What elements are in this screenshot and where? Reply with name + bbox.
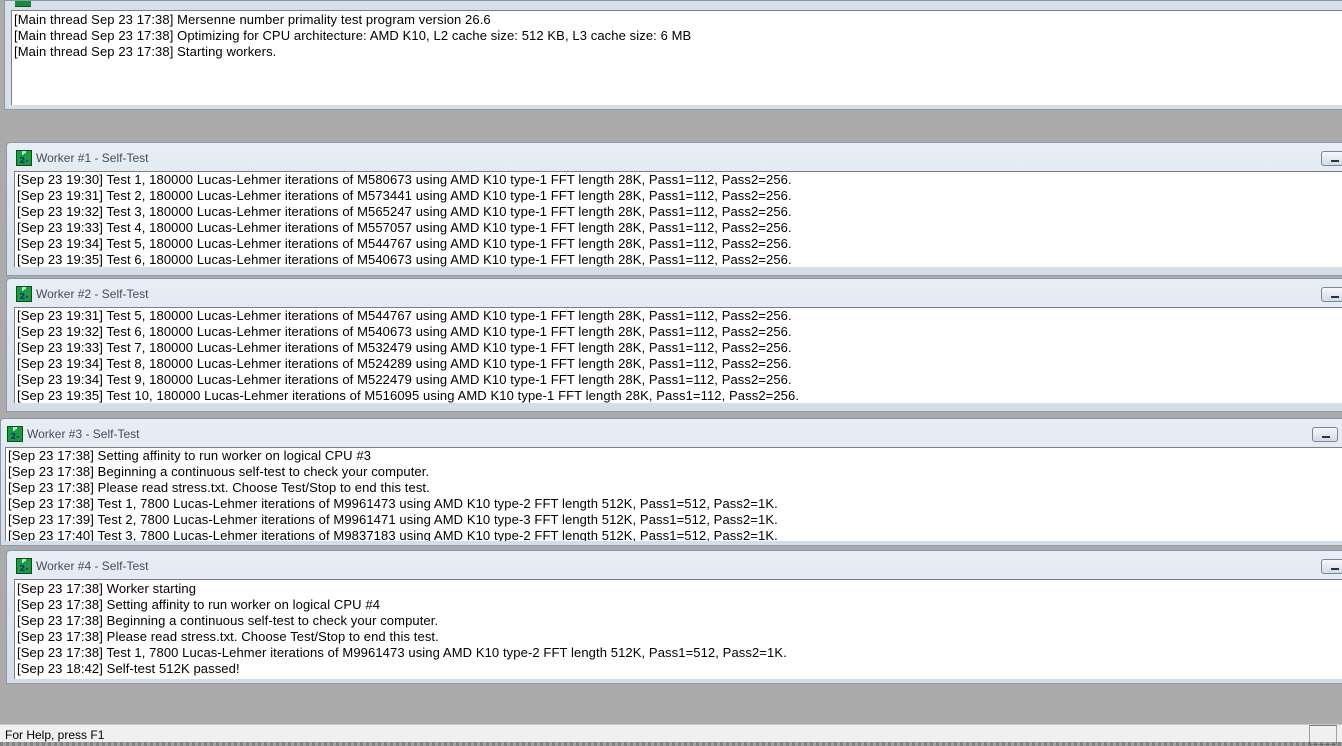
log-line: [Sep 23 17:38] Beginning a continuous se… xyxy=(17,613,439,628)
main-thread-log-pane[interactable]: [Main thread Sep 23 17:38] Mersenne numb… xyxy=(11,10,1342,105)
minimize-button[interactable] xyxy=(1321,151,1342,166)
log-line: [Sep 23 19:34] Test 9, 180000 Lucas-Lehm… xyxy=(17,372,792,387)
log-line: [Sep 23 19:31] Test 2, 180000 Lucas-Lehm… xyxy=(17,188,792,203)
worker-4-log-pane[interactable]: [Sep 23 17:38] Worker starting [Sep 23 1… xyxy=(14,579,1342,679)
log-line: [Sep 23 19:35] Test 6, 180000 Lucas-Lehm… xyxy=(17,252,792,267)
log-line: [Sep 23 19:33] Test 7, 180000 Lucas-Lehm… xyxy=(17,340,792,355)
log-line: [Sep 23 19:32] Test 3, 180000 Lucas-Lehm… xyxy=(17,204,792,219)
window-title: Worker #2 - Self-Test xyxy=(36,287,149,301)
log-line: [Sep 23 17:38] Setting affinity to run w… xyxy=(17,597,381,612)
log-line: [Main thread Sep 23 17:38] Starting work… xyxy=(14,44,277,59)
minimize-button[interactable] xyxy=(1321,559,1342,574)
worker-3-log-pane[interactable]: [Sep 23 17:38] Setting affinity to run w… xyxy=(5,447,1342,541)
log-line: [Sep 23 19:30] Test 1, 180000 Lucas-Lehm… xyxy=(17,172,792,187)
log-line: [Main thread Sep 23 17:38] Optimizing fo… xyxy=(14,28,692,43)
log-line: [Sep 23 17:38] Setting affinity to run w… xyxy=(8,448,372,463)
prime95-icon: P2-1 xyxy=(7,426,23,442)
log-line: [Sep 23 19:31] Test 5, 180000 Lucas-Lehm… xyxy=(17,308,792,323)
minimize-button[interactable] xyxy=(1321,287,1342,302)
minimize-icon xyxy=(1331,160,1339,162)
log-line: [Sep 23 17:38] Beginning a continuous se… xyxy=(8,464,430,479)
worker-2-titlebar[interactable]: P2-1 Worker #2 - Self-Test xyxy=(7,279,1342,307)
worker-2-log-pane[interactable]: [Sep 23 19:31] Test 5, 180000 Lucas-Lehm… xyxy=(14,307,1342,403)
log-line: [Sep 23 18:42] Self-test 512K passed! xyxy=(17,661,240,676)
window-title: Worker #4 - Self-Test xyxy=(36,559,149,573)
log-line: [Sep 23 19:32] Test 6, 180000 Lucas-Lehm… xyxy=(17,324,792,339)
minimize-button[interactable] xyxy=(1312,427,1338,442)
log-line: [Sep 23 17:38] Test 1, 7800 Lucas-Lehmer… xyxy=(17,645,787,660)
prime95-icon: P2-1 xyxy=(16,286,32,302)
worker-3-window[interactable]: P2-1 Worker #3 - Self-Test [Sep 23 17:38… xyxy=(0,418,1342,546)
log-line: [Sep 23 17:38] Please read stress.txt. C… xyxy=(17,629,439,644)
minimize-icon xyxy=(1331,296,1339,298)
status-text: For Help, press F1 xyxy=(5,728,105,742)
minimize-icon xyxy=(1331,568,1339,570)
worker-1-titlebar[interactable]: P2-1 Worker #1 - Self-Test xyxy=(7,143,1342,171)
worker-1-log-pane[interactable]: [Sep 23 19:30] Test 1, 180000 Lucas-Lehm… xyxy=(14,171,1342,267)
worker-4-window[interactable]: P2-1 Worker #4 - Self-Test [Sep 23 17:38… xyxy=(6,550,1342,684)
main-thread-window[interactable]: [Main thread Sep 23 17:38] Mersenne numb… xyxy=(4,0,1342,110)
log-line: [Sep 23 19:34] Test 8, 180000 Lucas-Lehm… xyxy=(17,356,792,371)
mdi-client-area: [Main thread Sep 23 17:38] Mersenne numb… xyxy=(0,0,1342,724)
prime95-icon: P2-1 xyxy=(16,150,32,166)
taskbar-edge xyxy=(0,742,1342,746)
log-line: [Main thread Sep 23 17:38] Mersenne numb… xyxy=(14,12,491,27)
prime95-icon xyxy=(15,1,31,7)
log-line: [Sep 23 17:38] Test 1, 7800 Lucas-Lehmer… xyxy=(8,496,778,511)
log-line: [Sep 23 19:35] Test 10, 180000 Lucas-Leh… xyxy=(17,388,800,403)
worker-3-titlebar[interactable]: P2-1 Worker #3 - Self-Test xyxy=(1,419,1342,447)
minimize-icon xyxy=(1322,436,1330,438)
window-title: Worker #1 - Self-Test xyxy=(36,151,149,165)
prime95-icon: P2-1 xyxy=(16,558,32,574)
log-line: [Sep 23 17:38] Please read stress.txt. C… xyxy=(8,480,430,495)
window-title: Worker #3 - Self-Test xyxy=(27,427,140,441)
log-line: [Sep 23 17:39] Test 2, 7800 Lucas-Lehmer… xyxy=(8,512,778,527)
worker-2-window[interactable]: P2-1 Worker #2 - Self-Test [Sep 23 19:31… xyxy=(6,278,1342,412)
log-line: [Sep 23 19:34] Test 5, 180000 Lucas-Lehm… xyxy=(17,236,792,251)
log-line: [Sep 23 17:40] Test 3, 7800 Lucas-Lehmer… xyxy=(8,528,778,541)
log-line: [Sep 23 17:38] Worker starting xyxy=(17,581,197,596)
log-line: [Sep 23 19:33] Test 4, 180000 Lucas-Lehm… xyxy=(17,220,792,235)
worker-1-window[interactable]: P2-1 Worker #1 - Self-Test [Sep 23 19:30… xyxy=(6,142,1342,276)
worker-4-titlebar[interactable]: P2-1 Worker #4 - Self-Test xyxy=(7,551,1342,579)
